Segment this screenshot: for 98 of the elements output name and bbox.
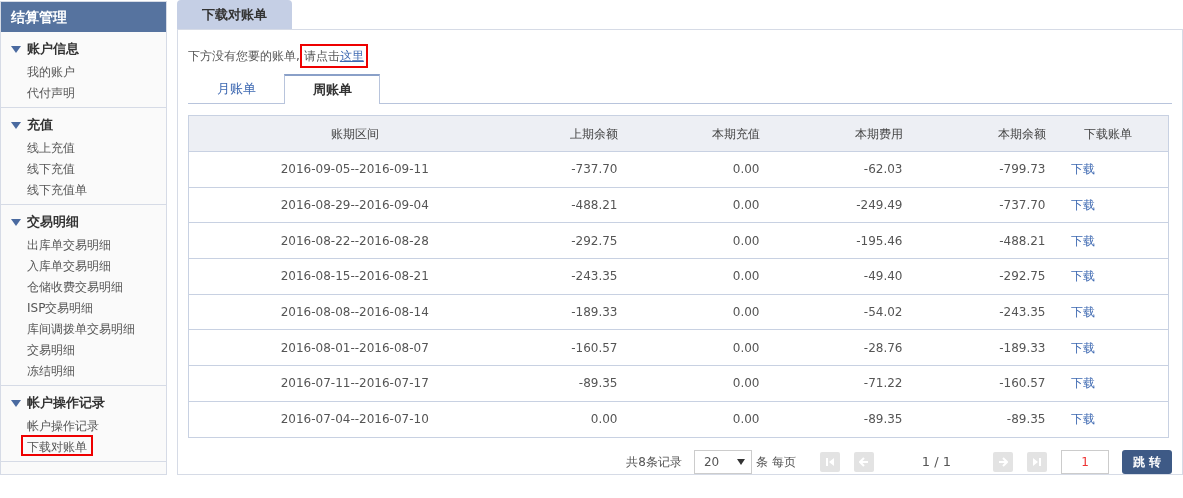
table-cell: -71.22 (762, 365, 906, 402)
previous-page-icon (858, 456, 869, 467)
tab[interactable]: 月账单 (188, 74, 284, 103)
table-cell: 0.00 (620, 329, 763, 366)
sidebar-item[interactable]: 库间调拨单交易明细 (21, 317, 141, 338)
column-header: 账期区间 (188, 115, 521, 152)
caret-down-icon (11, 218, 21, 226)
table-cell: -28.76 (762, 329, 906, 366)
table-cell: 0.00 (620, 294, 763, 330)
table-cell: -49.40 (762, 258, 906, 295)
per-page-label: 条 每页 (756, 453, 796, 471)
first-page-button[interactable] (819, 451, 840, 472)
click-here-link[interactable]: 这里 (339, 47, 364, 65)
download-link[interactable]: 下载 (1070, 305, 1095, 320)
group-header[interactable]: 交易明细 (1, 211, 166, 233)
table-cell: -292.75 (520, 222, 621, 259)
sidebar-item[interactable]: 线下充值 (21, 157, 81, 178)
table-cell: 2016-09-05--2016-09-11 (188, 151, 521, 188)
sidebar-item[interactable]: 我的账户 (21, 60, 81, 81)
page-indicator: 1 / 1 (921, 452, 951, 471)
table-cell: -89.35 (762, 401, 906, 437)
page-tab[interactable]: 下载对账单 (177, 0, 292, 29)
record-count: 共8条记录 (626, 453, 682, 471)
sidebar-item[interactable]: 入库单交易明细 (21, 254, 117, 275)
column-header: 本期费用 (762, 115, 906, 152)
table-cell: 2016-07-04--2016-07-10 (188, 401, 521, 437)
table-cell: -243.35 (905, 294, 1049, 330)
table-cell: 2016-08-15--2016-08-21 (188, 258, 521, 295)
page-number-field[interactable]: 1 (1061, 449, 1109, 474)
table-cell: -799.73 (905, 151, 1049, 188)
download-link[interactable]: 下载 (1070, 162, 1095, 177)
last-page-icon (1032, 456, 1042, 467)
dropdown-caret-icon (737, 458, 745, 465)
table-cell: -160.57 (520, 329, 621, 366)
table-cell: -89.35 (905, 401, 1049, 437)
sidebar-item[interactable]: 冻结明细 (21, 359, 81, 380)
table-cell: 0.00 (520, 401, 621, 437)
column-header: 下载账单 (1048, 115, 1169, 152)
table-cell: -195.46 (762, 222, 906, 259)
column-header: 本期充值 (620, 115, 763, 152)
download-link[interactable]: 下载 (1070, 376, 1095, 391)
sidebar-item[interactable]: 交易明细 (21, 338, 81, 359)
table-cell: 0.00 (620, 258, 763, 295)
table-cell: 0.00 (620, 222, 763, 259)
table-cell: -189.33 (520, 294, 621, 330)
table-cell: 0.00 (620, 151, 763, 188)
table-cell: -488.21 (905, 222, 1049, 259)
table-cell: 0.00 (620, 365, 763, 402)
sidebar-item[interactable]: 线下充值单 (21, 178, 93, 199)
table-cell: -189.33 (905, 329, 1049, 366)
last-page-button[interactable] (1027, 451, 1047, 472)
download-link[interactable]: 下载 (1070, 198, 1095, 213)
table-cell: -160.57 (905, 365, 1049, 402)
sidebar-item[interactable]: 下载对账单 (21, 435, 93, 456)
download-link[interactable]: 下载 (1070, 269, 1095, 284)
first-page-icon (824, 456, 835, 467)
previous-page-button[interactable] (853, 451, 874, 472)
table-cell: 2016-07-11--2016-07-17 (188, 365, 521, 402)
download-link[interactable]: 下载 (1070, 233, 1095, 248)
group-header[interactable]: 充值 (1, 114, 166, 136)
prompt-text: 请点击 (303, 48, 340, 65)
table-cell: 2016-08-22--2016-08-28 (188, 222, 521, 259)
page-size-select[interactable]: 20 (694, 449, 752, 474)
table-cell: -249.49 (762, 187, 906, 223)
table-cell: -737.70 (905, 187, 1049, 223)
sidebar-item[interactable]: 帐户操作记录 (21, 414, 105, 435)
jump-button[interactable]: 跳 转 (1122, 449, 1172, 474)
next-page-button[interactable] (993, 451, 1013, 472)
sidebar-item[interactable]: 仓储收费交易明细 (21, 275, 129, 296)
sidebar-title: 结算管理 (1, 2, 166, 32)
table-cell: -243.35 (520, 258, 621, 295)
caret-down-icon (11, 121, 21, 129)
sidebar-item[interactable]: 代付声明 (21, 81, 81, 102)
column-header: 上期余额 (520, 115, 621, 152)
group-header[interactable]: 帐户操作记录 (1, 392, 166, 414)
download-link[interactable]: 下载 (1070, 340, 1095, 355)
caret-down-icon (11, 399, 21, 407)
table-cell: 0.00 (620, 187, 763, 223)
table-cell: -89.35 (520, 365, 621, 402)
download-link[interactable]: 下载 (1070, 412, 1095, 427)
table-cell: -292.75 (905, 258, 1049, 295)
table-cell: 2016-08-01--2016-08-07 (188, 329, 521, 366)
table-cell: 2016-08-29--2016-09-04 (188, 187, 521, 223)
sidebar-item[interactable]: ISP交易明细 (21, 296, 100, 317)
next-page-icon (998, 456, 1008, 467)
column-header: 本期余额 (905, 115, 1049, 152)
table-cell: -54.02 (762, 294, 906, 330)
group-header[interactable]: 账户信息 (1, 38, 166, 60)
table-cell: -737.70 (520, 151, 621, 188)
table-cell: -62.03 (762, 151, 906, 188)
notice-text: 下方没有您要的账单, (188, 48, 300, 65)
tab[interactable]: 周账单 (284, 74, 380, 104)
caret-down-icon (11, 45, 21, 53)
table-cell: 2016-08-08--2016-08-14 (188, 294, 521, 330)
table-cell: 0.00 (620, 401, 763, 437)
sidebar-item[interactable]: 出库单交易明细 (21, 233, 117, 254)
sidebar-item[interactable]: 线上充值 (21, 136, 81, 157)
table-cell: -488.21 (520, 187, 621, 223)
